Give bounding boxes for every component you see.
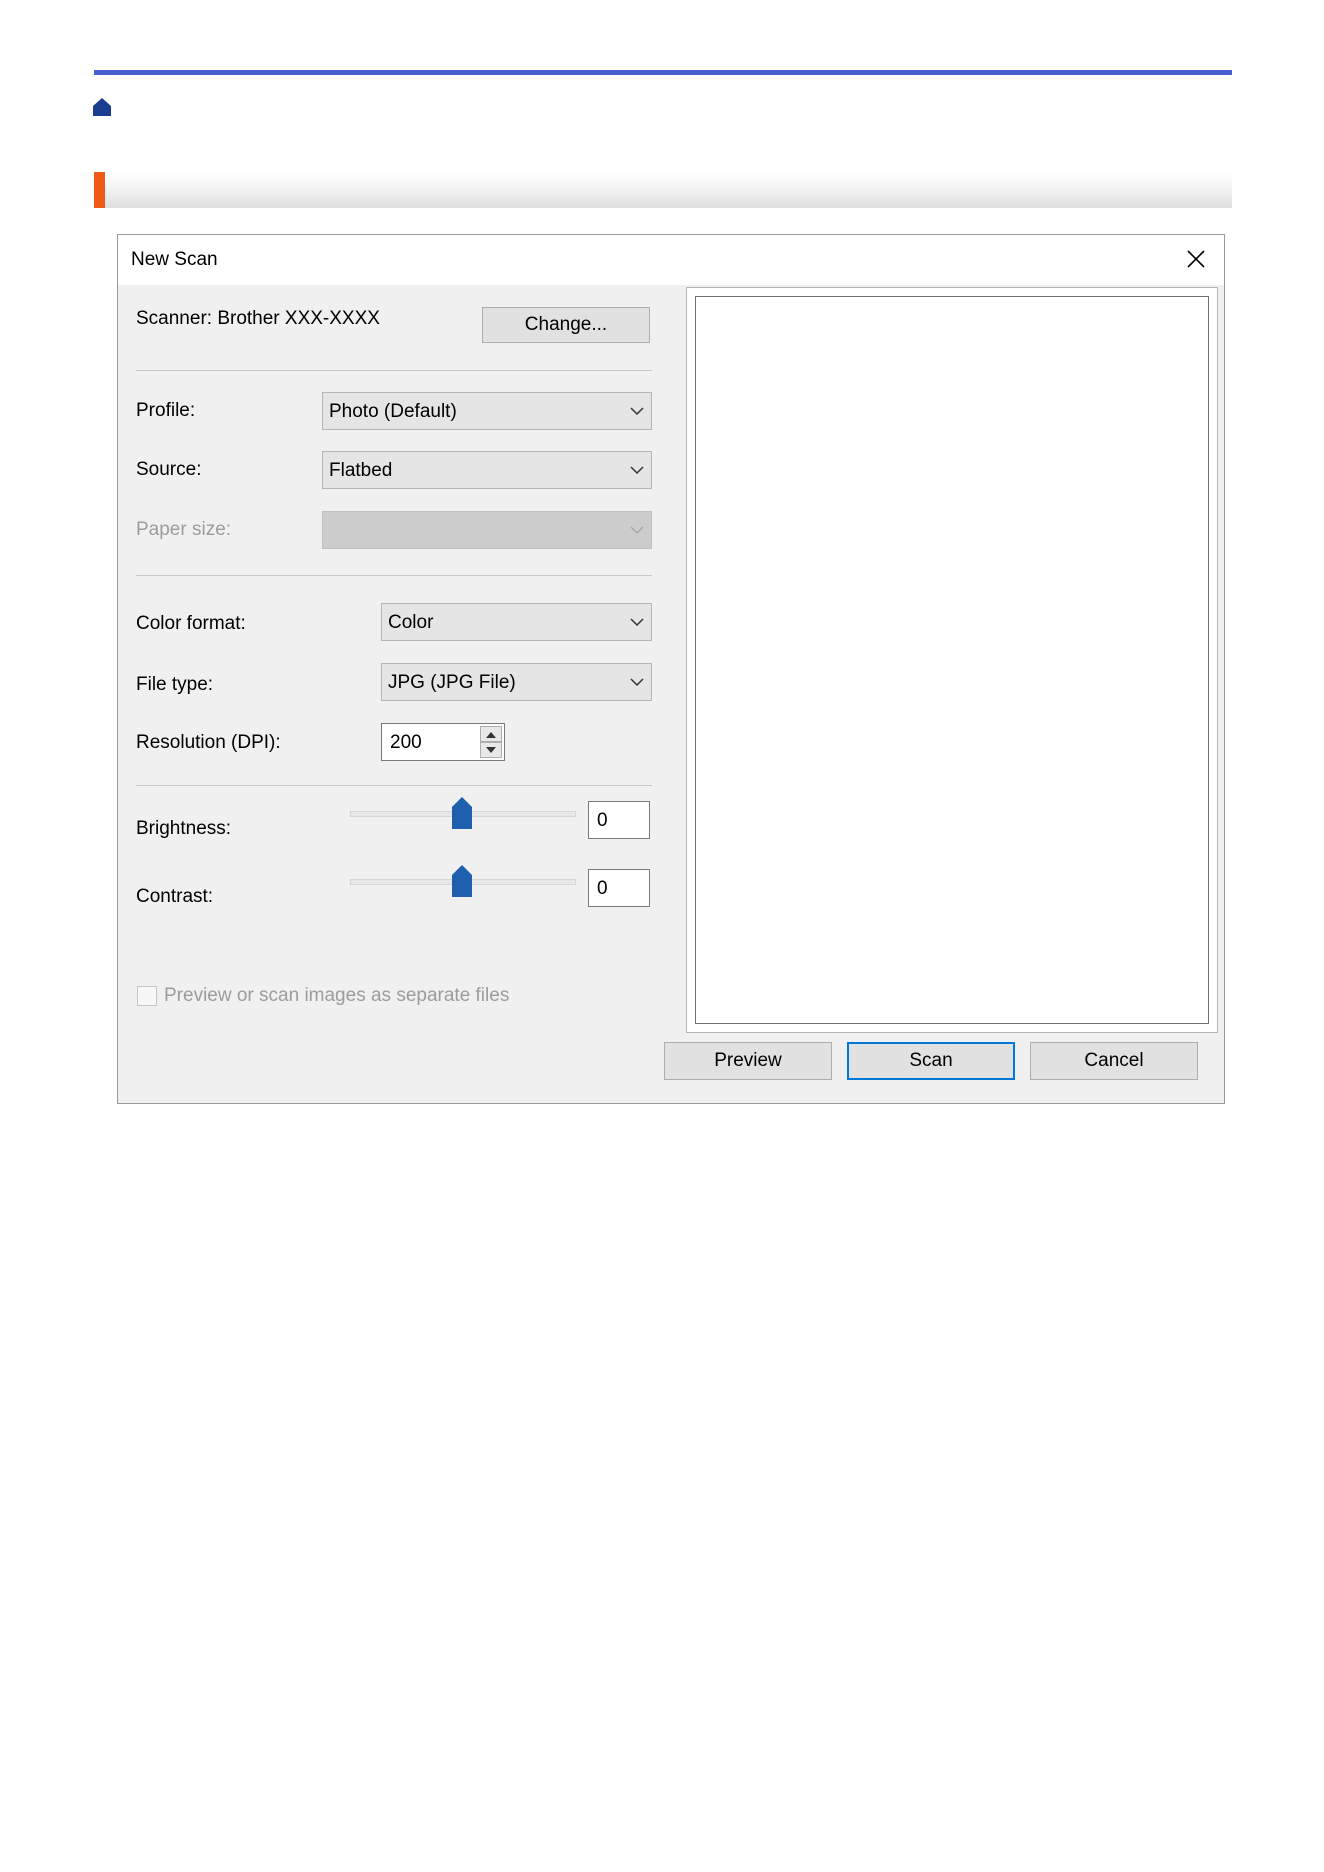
scanner-label: Scanner: Brother XXX-XXXX <box>136 308 380 329</box>
contrast-input[interactable]: 0 <box>588 869 650 907</box>
file-type-value: JPG (JPG File) <box>388 672 516 693</box>
brightness-input[interactable]: 0 <box>588 801 650 839</box>
cancel-button[interactable]: Cancel <box>1030 1042 1198 1080</box>
chevron-down-icon <box>630 678 644 687</box>
dialog-title: New Scan <box>131 249 218 270</box>
close-icon <box>1187 250 1205 268</box>
chevron-down-icon <box>630 466 644 475</box>
resolution-spinner[interactable]: 200 <box>381 723 505 761</box>
contrast-value: 0 <box>597 878 608 899</box>
brightness-label: Brightness: <box>136 818 232 839</box>
color-format-label: Color format: <box>136 613 246 634</box>
separator <box>136 575 652 576</box>
resolution-value: 200 <box>390 732 422 753</box>
profile-value: Photo (Default) <box>329 401 457 422</box>
source-select[interactable]: Flatbed <box>322 451 652 489</box>
color-format-value: Color <box>388 612 434 633</box>
paper-size-select <box>322 511 652 549</box>
title-bar: New Scan <box>118 235 1224 285</box>
profile-select[interactable]: Photo (Default) <box>322 392 652 430</box>
source-label: Source: <box>136 459 202 480</box>
contrast-slider-thumb[interactable] <box>452 865 472 897</box>
spin-up-button[interactable] <box>480 726 502 742</box>
brightness-slider-thumb[interactable] <box>452 797 472 829</box>
preview-area <box>686 287 1218 1033</box>
top-rule <box>94 70 1232 75</box>
profile-label: Profile: <box>136 400 196 421</box>
paper-size-label: Paper size: <box>136 519 232 540</box>
arrow-down-icon <box>486 746 496 753</box>
home-icon[interactable] <box>92 97 112 117</box>
chevron-down-icon <box>630 526 644 535</box>
preview-button[interactable]: Preview <box>664 1042 832 1080</box>
chevron-down-icon <box>630 407 644 416</box>
new-scan-dialog: New Scan Scanner: Brother XXX-XXXX Chang… <box>117 234 1225 1104</box>
brightness-value: 0 <box>597 810 608 831</box>
section-header-bar <box>94 172 1232 208</box>
scan-button[interactable]: Scan <box>847 1042 1015 1080</box>
file-type-label: File type: <box>136 674 214 695</box>
separator <box>136 370 652 371</box>
separator <box>136 785 652 786</box>
color-format-select[interactable]: Color <box>381 603 652 641</box>
spin-down-button[interactable] <box>480 742 502 758</box>
separate-files-label: Preview or scan images as separate files <box>164 985 510 1006</box>
chevron-down-icon <box>630 618 644 627</box>
file-type-select[interactable]: JPG (JPG File) <box>381 663 652 701</box>
section-accent <box>94 172 105 208</box>
contrast-label: Contrast: <box>136 886 214 907</box>
resolution-label: Resolution (DPI): <box>136 732 281 753</box>
arrow-up-icon <box>486 731 496 738</box>
preview-canvas <box>695 296 1209 1024</box>
source-value: Flatbed <box>329 460 393 481</box>
close-button[interactable] <box>1174 239 1218 279</box>
change-scanner-button[interactable]: Change... <box>482 307 650 343</box>
separate-files-checkbox[interactable] <box>137 986 157 1006</box>
